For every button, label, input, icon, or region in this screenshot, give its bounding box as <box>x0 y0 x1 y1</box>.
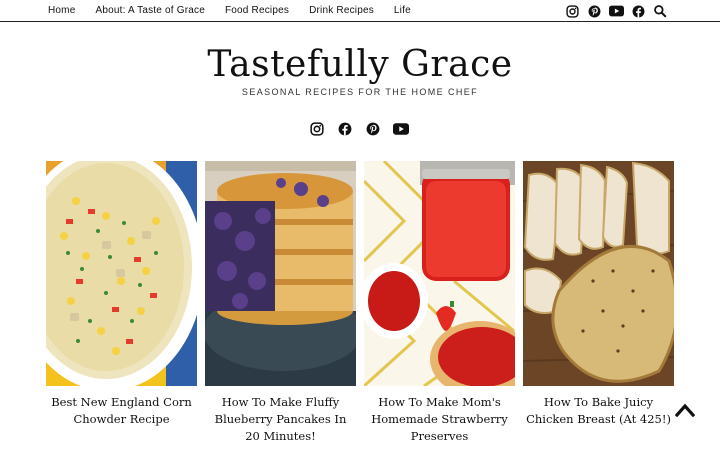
nav-drink-recipes[interactable]: Drink Recipes <box>309 5 374 16</box>
recipe-card[interactable]: Best New England Corn Chowder Recipe <box>46 161 197 428</box>
recipe-card[interactable]: How To Make Mom's Homemade Strawberry Pr… <box>364 161 515 445</box>
recipe-title-link[interactable]: How To Make Mom's Homemade Strawberry Pr… <box>364 394 515 445</box>
facebook-icon[interactable] <box>630 3 646 19</box>
recipe-image-strawberry-preserves[interactable] <box>364 161 515 386</box>
nav-life[interactable]: Life <box>394 5 411 16</box>
nav-about[interactable]: About: A Taste of Grace <box>95 5 204 16</box>
nav-food-recipes[interactable]: Food Recipes <box>225 5 289 16</box>
instagram-icon[interactable] <box>309 121 325 137</box>
recipe-title-link[interactable]: Best New England Corn Chowder Recipe <box>46 394 197 428</box>
top-social-icons <box>558 3 668 19</box>
facebook-icon[interactable] <box>337 121 353 137</box>
youtube-icon[interactable] <box>608 3 624 19</box>
nav-home[interactable]: Home <box>48 5 75 16</box>
recipe-image-corn-chowder[interactable] <box>46 161 197 386</box>
chevron-up-icon <box>674 403 696 422</box>
pinterest-icon[interactable] <box>365 121 381 137</box>
recipe-title-link[interactable]: How To Make Fluffy Blueberry Pancakes In… <box>205 394 356 445</box>
search-icon[interactable] <box>652 3 668 19</box>
site-tagline: SEASONAL RECIPES FOR THE HOME CHEF <box>241 87 479 97</box>
back-to-top-button[interactable] <box>673 402 697 422</box>
social-icons <box>309 121 421 137</box>
recipe-title-link[interactable]: How To Bake Juicy Chicken Breast (At 425… <box>523 394 674 428</box>
instagram-icon[interactable] <box>564 3 580 19</box>
main-nav: Home About: A Taste of Grace Food Recipe… <box>48 0 431 21</box>
youtube-icon[interactable] <box>393 121 409 137</box>
recipe-image-chicken-breast[interactable] <box>523 161 674 386</box>
recipe-card[interactable]: How To Bake Juicy Chicken Breast (At 425… <box>523 161 674 428</box>
recipe-card[interactable]: How To Make Fluffy Blueberry Pancakes In… <box>205 161 356 445</box>
recipe-image-blueberry-pancakes[interactable] <box>205 161 356 386</box>
site-title[interactable]: Tastefully Grace <box>0 44 720 85</box>
top-navigation-bar: Home About: A Taste of Grace Food Recipe… <box>0 0 720 22</box>
pinterest-icon[interactable] <box>586 3 602 19</box>
